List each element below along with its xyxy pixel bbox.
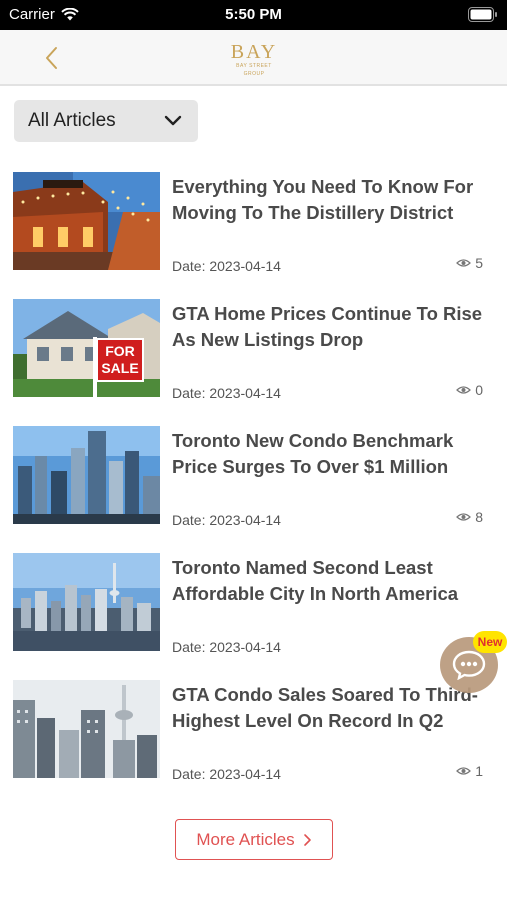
logo-text: BAY <box>230 41 278 63</box>
new-badge: New <box>473 631 507 653</box>
view-count: 0 <box>456 382 483 398</box>
view-count: 8 <box>456 509 483 525</box>
logo-subtext: BAY STREET GROUP <box>236 63 272 77</box>
article-filter-dropdown[interactable]: All Articles <box>14 100 198 142</box>
back-chevron-icon[interactable] <box>40 44 64 72</box>
view-count-value: 5 <box>475 255 483 271</box>
article-thumbnail: FOR SALE <box>13 299 160 397</box>
more-articles-button[interactable]: More Articles <box>175 819 333 860</box>
article-date: Date: 2023-04-14 <box>172 766 281 782</box>
article-thumbnail <box>13 553 160 651</box>
clock: 5:50 PM <box>225 6 282 23</box>
article-item[interactable]: Toronto New Condo Benchmark Price Surges… <box>13 426 493 528</box>
article-item[interactable]: Everything You Need To Know For Moving T… <box>13 172 493 274</box>
chevron-right-icon <box>303 833 311 846</box>
article-title[interactable]: Everything You Need To Know For Moving T… <box>172 174 502 226</box>
status-bar: Carrier 5:50 PM <box>0 0 507 30</box>
view-count-value: 0 <box>475 382 483 398</box>
article-title[interactable]: Toronto Named Second Least Affordable Ci… <box>172 555 502 607</box>
chat-button[interactable]: New <box>440 631 507 693</box>
nav-bar: BAY BAY STREET GROUP <box>0 30 507 86</box>
chevron-down-icon <box>164 115 182 126</box>
article-item[interactable]: FOR SALE GTA Home Prices Continue To Ris… <box>13 299 493 401</box>
article-date: Date: 2023-04-14 <box>172 258 281 274</box>
view-count-value: 8 <box>475 509 483 525</box>
brand-logo: BAY BAY STREET GROUP <box>228 41 280 77</box>
eye-icon <box>456 767 472 775</box>
article-date: Date: 2023-04-14 <box>172 639 281 655</box>
article-title[interactable]: GTA Home Prices Continue To Rise As New … <box>172 301 502 353</box>
eye-icon <box>456 386 472 394</box>
article-title[interactable]: Toronto New Condo Benchmark Price Surges… <box>172 428 502 480</box>
article-thumbnail <box>13 680 160 778</box>
chat-icon <box>452 650 486 680</box>
article-date: Date: 2023-04-14 <box>172 512 281 528</box>
article-thumbnail <box>13 172 160 270</box>
article-item[interactable]: GTA Condo Sales Soared To Third-Highest … <box>13 680 493 782</box>
view-count: 5 <box>456 255 483 271</box>
article-item[interactable]: Toronto Named Second Least Affordable Ci… <box>13 553 493 655</box>
battery-icon <box>468 7 497 22</box>
view-count: 1 <box>456 763 483 779</box>
for-sale-sign-line2: SALE <box>101 360 138 376</box>
filter-selected-label: All Articles <box>28 110 116 131</box>
eye-icon <box>456 259 472 267</box>
more-articles-label: More Articles <box>196 829 295 849</box>
eye-icon <box>456 513 472 521</box>
article-date: Date: 2023-04-14 <box>172 385 281 401</box>
for-sale-sign-line1: FOR <box>105 343 135 359</box>
view-count-value: 1 <box>475 763 483 779</box>
article-thumbnail <box>13 426 160 524</box>
